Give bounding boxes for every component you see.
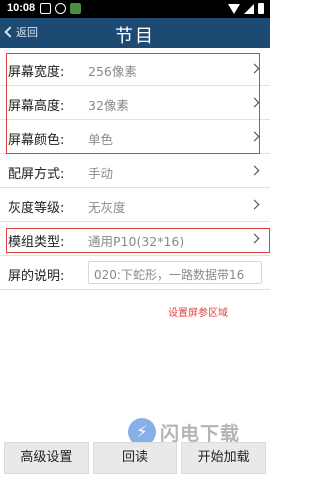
notification-icons xyxy=(40,3,81,14)
setting-label: 配屏方式: xyxy=(8,167,65,182)
setting-value: 无灰度 xyxy=(88,200,126,215)
sync-notification-icon xyxy=(55,3,66,14)
chevron-right-icon xyxy=(249,199,260,210)
highlight-box-screen-params xyxy=(6,53,260,154)
image-notification-icon xyxy=(70,3,81,14)
advanced-settings-button[interactable]: 高级设置 xyxy=(4,442,89,474)
bottom-action-bar: 高级设置 回读 开始加载 xyxy=(0,441,270,480)
chevron-right-icon xyxy=(249,165,260,176)
page-title: 节目 xyxy=(115,26,155,47)
start-loading-button[interactable]: 开始加载 xyxy=(181,442,267,474)
system-icons xyxy=(228,3,264,14)
setting-value: 手动 xyxy=(88,166,114,181)
title-bar: 返回 节目 xyxy=(0,18,270,48)
setting-label: 屏的说明: xyxy=(8,269,65,284)
wifi-icon xyxy=(228,3,240,14)
battery-icon xyxy=(258,3,264,14)
highlight-box-module-type xyxy=(6,228,270,253)
setting-row-screen-description: 屏的说明: 020:下蛇形，一路数据带16 xyxy=(0,256,270,290)
status-time: 10:08 xyxy=(7,2,36,14)
status-bar: 10:08 xyxy=(0,0,270,18)
app-notification-icon xyxy=(40,3,51,14)
signal-icon xyxy=(244,3,254,14)
read-back-button[interactable]: 回读 xyxy=(92,442,178,474)
annotation-note: 设置屏参区域 xyxy=(168,308,228,319)
setting-row-screen-config[interactable]: 配屏方式: 手动 xyxy=(0,154,270,188)
screen-description-field[interactable]: 020:下蛇形，一路数据带16 xyxy=(88,261,262,284)
setting-label: 灰度等级: xyxy=(8,201,65,216)
setting-row-gray-level[interactable]: 灰度等级: 无灰度 xyxy=(0,188,270,222)
